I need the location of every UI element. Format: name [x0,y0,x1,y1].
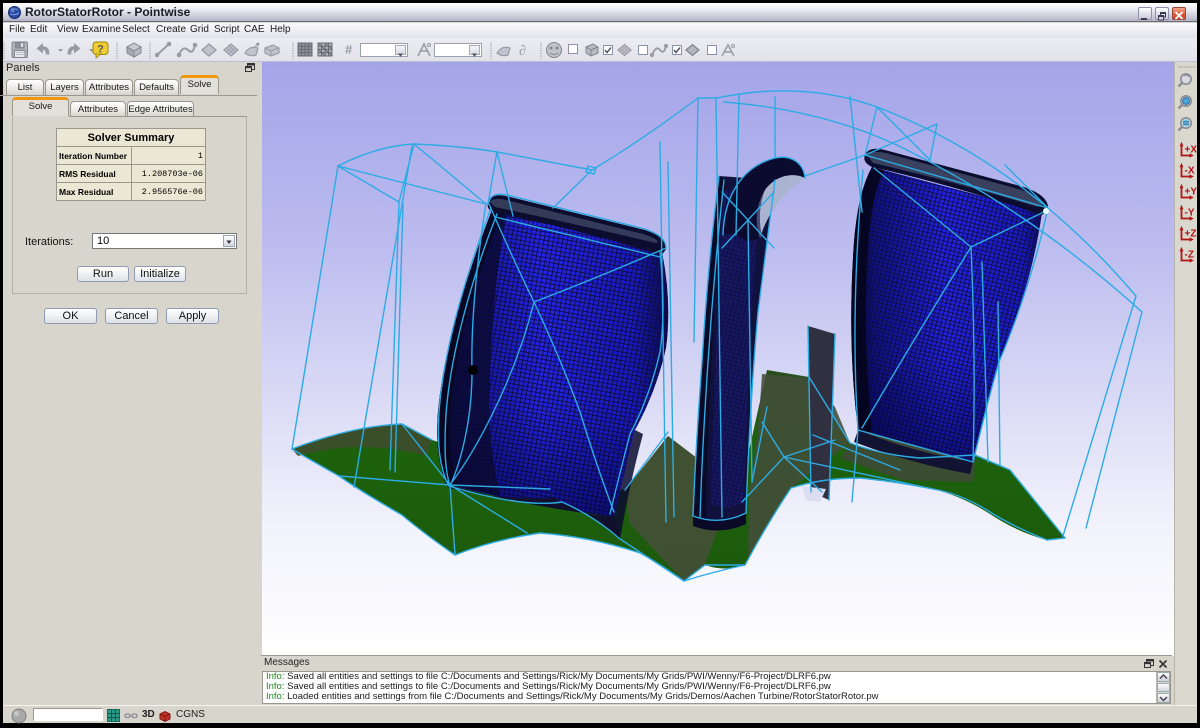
svg-text:-X: -X [1185,166,1195,177]
svg-text:-Y: -Y [1185,208,1195,219]
svg-text:?: ? [97,44,104,56]
svg-text:+Y: +Y [1185,187,1198,198]
svg-text:+Z: +Z [1185,229,1197,240]
svg-text:+X: +X [1185,145,1198,156]
svg-text:∂: ∂ [519,44,526,59]
svg-text:-Z: -Z [1185,250,1194,261]
